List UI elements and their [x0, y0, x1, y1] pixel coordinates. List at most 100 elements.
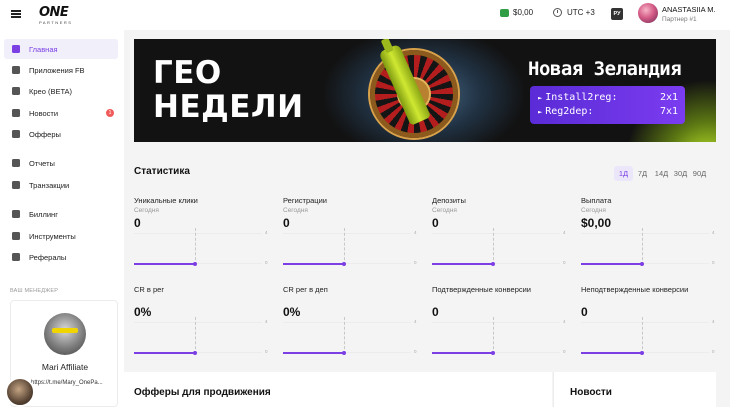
statistics-section: Статистика 1Д 7Д 14Д 30Д 90Д Уникальные …	[124, 148, 730, 368]
chart-tick-top: 4	[712, 319, 715, 324]
banner-offer-value: 2x1	[659, 92, 678, 103]
metric-label: Неподтвержденные конверсии	[581, 285, 689, 294]
transactions-icon	[12, 181, 20, 189]
chart-current-marker	[493, 228, 494, 265]
sidebar-item-news[interactable]: Новости 1	[4, 103, 118, 123]
sidebar-item-transactions[interactable]: Транзакции	[4, 175, 118, 195]
chart-point	[342, 262, 346, 266]
chart-series-line	[581, 263, 642, 265]
language-selector[interactable]: РУ	[611, 8, 623, 20]
sidebar-item-referrals[interactable]: Рефералы	[4, 247, 118, 267]
metric-label: CR в рег	[134, 285, 165, 294]
chart-gridline	[134, 233, 262, 234]
metric-card: CR рег в деп 0% 4 0	[283, 285, 417, 365]
period-14d[interactable]: 14Д	[652, 166, 671, 181]
sidebar-item-fb-apps[interactable]: Приложения FB	[4, 60, 118, 80]
period-90d[interactable]: 90Д	[690, 166, 709, 181]
support-chat-avatar[interactable]	[5, 377, 35, 407]
manager-label: ВАШ МЕНЕДЖЕР	[10, 288, 59, 294]
sidebar-item-offers[interactable]: Офферы	[4, 124, 118, 144]
chart-tick-bottom: 0	[265, 260, 268, 265]
metric-card: Регистрации Сегодня 0 4 0	[283, 196, 417, 276]
banner-title: ГЕО НЕДЕЛИ	[153, 56, 304, 124]
period-30d[interactable]: 30Д	[671, 166, 690, 181]
metric-label: Уникальные клики	[134, 196, 198, 205]
metric-period: Сегодня	[134, 207, 159, 214]
chart-current-marker	[344, 317, 345, 354]
period-7d[interactable]: 7Д	[633, 166, 652, 181]
reports-icon	[12, 159, 20, 167]
logo-subtext: PARTNERS	[39, 20, 73, 25]
banner-offer-row: ► Install2reg: 2x1	[538, 92, 678, 103]
manager-avatar	[44, 313, 86, 355]
timezone-label: UTC +3	[567, 8, 595, 17]
chart-gridline	[581, 322, 709, 323]
metric-card: Подтвержденные конверсии 0 4 0	[432, 285, 566, 365]
chart-tick-bottom: 0	[563, 260, 566, 265]
arrow-right-icon: ►	[538, 94, 543, 102]
sidebar-item-label: Новости	[29, 108, 59, 118]
chart-point	[491, 351, 495, 355]
sidebar-item-label: Отчеты	[29, 158, 55, 168]
manager-card: Mari Affiliate https://t.me/Mary_OnePa..…	[5, 300, 118, 407]
chart-tick-bottom: 0	[414, 260, 417, 265]
logo[interactable]: ONE PARTNERS	[39, 4, 72, 25]
sidebar-item-label: Транзакции	[29, 180, 70, 190]
metric-sparkline: 40	[134, 317, 268, 357]
chart-current-marker	[642, 317, 643, 354]
period-1d[interactable]: 1Д	[614, 166, 633, 181]
sidebar-item-creatives[interactable]: Крео (BETA)	[4, 81, 118, 101]
chart-gridline	[581, 233, 709, 234]
chart-tick-bottom: 0	[712, 260, 715, 265]
chart-point	[491, 262, 495, 266]
chart-series-line	[283, 263, 344, 265]
sidebar-item-tools[interactable]: Инструменты	[4, 226, 118, 246]
dashboard-icon	[12, 45, 20, 53]
news-badge: 1	[106, 109, 114, 117]
sidebar-item-reports[interactable]: Отчеты	[4, 153, 118, 173]
balance[interactable]: $0,00	[500, 8, 533, 17]
chart-series-line	[581, 352, 642, 354]
banner-title-line-1: ГЕО	[153, 55, 222, 91]
chart-point	[640, 351, 644, 355]
chart-tick-top: 4	[712, 230, 715, 235]
sidebar-item-billing[interactable]: Биллинг	[4, 204, 118, 224]
chart-gridline	[283, 322, 411, 323]
chart-series-line	[283, 352, 344, 354]
menu-icon[interactable]	[11, 10, 21, 18]
chart-tick-top: 4	[563, 319, 566, 324]
avatar[interactable]	[638, 3, 658, 23]
news-icon	[12, 109, 20, 117]
banner-offer-name: Reg2dep:	[545, 106, 594, 117]
metric-card: Неподтвержденные конверсии 0 4 0	[581, 285, 715, 365]
top-bar: ONE PARTNERS $0,00 UTC +3 РУ ANASTASIIA …	[0, 0, 730, 30]
chart-point	[342, 351, 346, 355]
user-name[interactable]: ANASTASIIA M.	[662, 5, 716, 14]
metric-label: Депозиты	[432, 196, 466, 205]
banner-offer-name: Install2reg:	[545, 92, 618, 103]
manager-telegram-link[interactable]: https://t.me/Mary_OnePa...	[31, 380, 103, 386]
sidebar-item-label: Биллинг	[29, 209, 58, 219]
chart-point	[193, 351, 197, 355]
manager-name: Mari Affiliate	[41, 362, 89, 372]
chart-current-marker	[195, 228, 196, 265]
metric-sparkline: 40	[581, 228, 715, 268]
promo-offers-title: Офферы для продвижения	[134, 387, 271, 398]
metric-card: Уникальные клики Сегодня 0 4 0	[134, 196, 268, 276]
metric-period: Сегодня	[283, 207, 308, 214]
sidebar-item-label: Приложения FB	[29, 65, 85, 75]
user-role: Партнер #1	[662, 16, 697, 23]
chart-current-marker	[195, 317, 196, 354]
metric-sparkline: 40	[134, 228, 268, 268]
sidebar-item-label: Крео (BETA)	[29, 86, 72, 96]
creative-icon	[12, 87, 20, 95]
timezone-selector[interactable]: UTC +3	[553, 8, 595, 17]
metric-sparkline: 40	[432, 228, 566, 268]
sidebar-item-home[interactable]: Главная	[4, 39, 118, 59]
geo-banner[interactable]: ГЕО НЕДЕЛИ Новая Зеландия ► Install2reg: …	[134, 39, 716, 142]
sidebar-item-label: Офферы	[29, 129, 61, 139]
sidebar-item-label: Инструменты	[29, 231, 76, 241]
arrow-right-icon: ►	[538, 108, 543, 116]
sidebar: Главная Приложения FB Крео (BETA) Новост…	[0, 30, 124, 407]
metric-label: Подтвержденные конверсии	[432, 285, 531, 294]
